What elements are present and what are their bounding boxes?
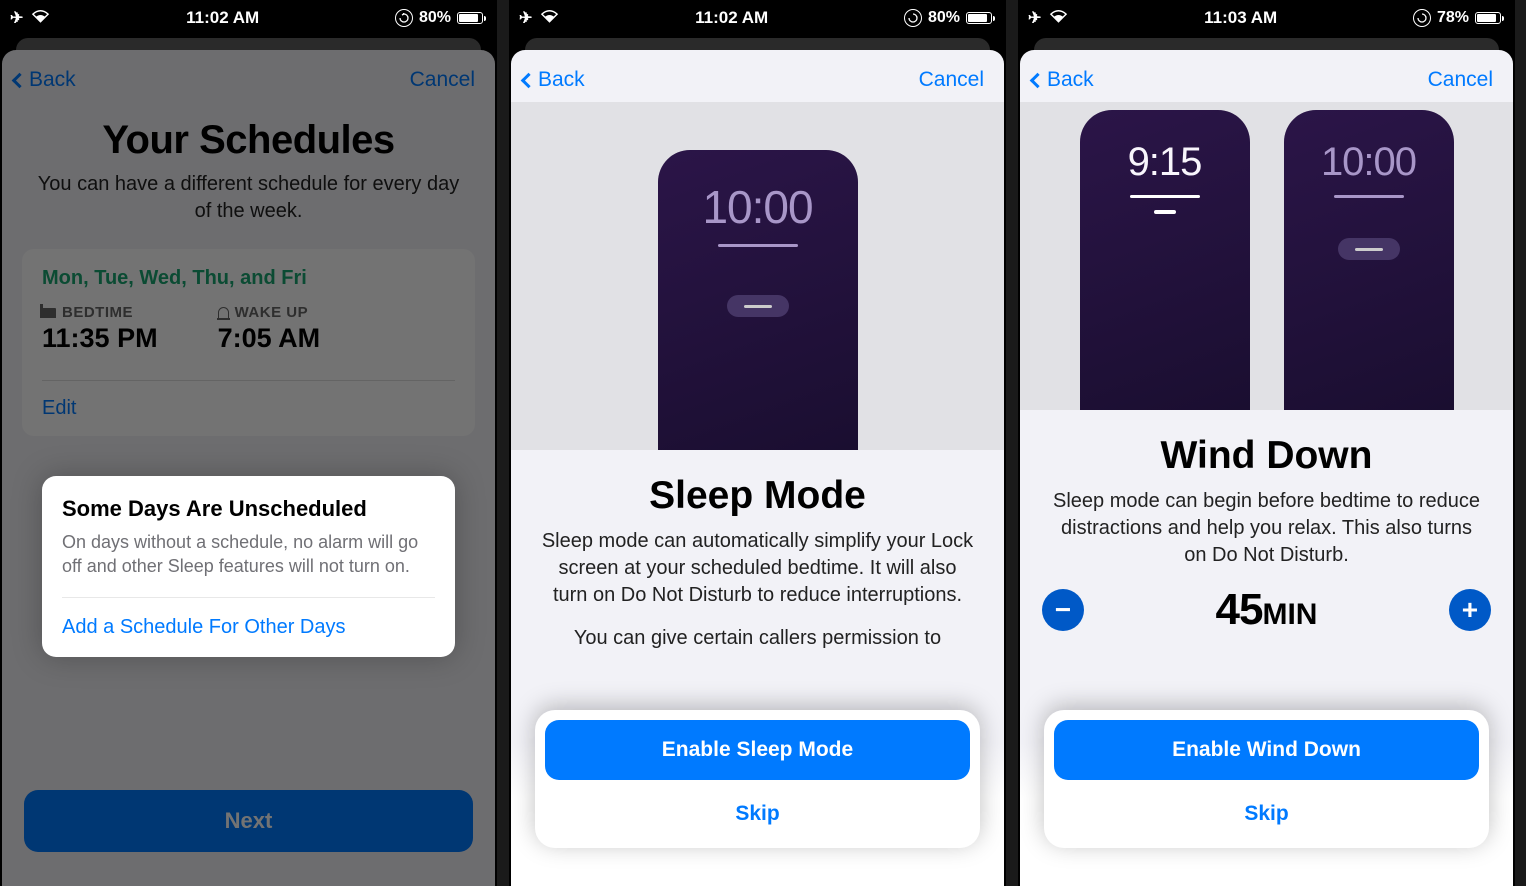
battery-icon xyxy=(966,12,992,24)
skip-button[interactable]: Skip xyxy=(1054,782,1479,842)
button-stack: Enable Wind Down Skip xyxy=(1044,710,1489,848)
unscheduled-alert: Some Days Are Unscheduled On days withou… xyxy=(42,476,455,657)
wifi-icon xyxy=(540,8,559,28)
illustration-pill xyxy=(1338,238,1400,260)
dim-overlay xyxy=(0,50,497,886)
page-description-2: You can give certain callers permission … xyxy=(539,625,976,652)
illustration-line xyxy=(718,244,798,247)
illustration-pill xyxy=(727,295,789,317)
status-time: 11:03 AM xyxy=(1204,8,1277,28)
cancel-button[interactable]: Cancel xyxy=(919,68,984,92)
modal-sheet: Back Cancel 9:15 10:00 Wind Down Sleep m… xyxy=(1020,50,1513,886)
back-label: Back xyxy=(1047,68,1094,92)
orientation-lock-icon xyxy=(904,9,922,27)
back-button[interactable]: Back xyxy=(1032,68,1094,92)
nav-bar: Back Cancel xyxy=(511,50,1004,102)
orientation-lock-icon xyxy=(1413,9,1431,27)
increase-button[interactable]: + xyxy=(1449,589,1491,631)
phone-screen-1: ✈ 11:02 AM 80% Back Cancel Your Schedule… xyxy=(0,0,497,886)
battery-icon xyxy=(1475,12,1501,24)
enable-wind-down-button[interactable]: Enable Wind Down xyxy=(1054,720,1479,780)
page-title: Wind Down xyxy=(1040,434,1493,478)
battery-percent: 80% xyxy=(928,9,960,27)
status-bar: ✈ 11:03 AM 78% xyxy=(1018,0,1515,36)
illustration-line xyxy=(1334,195,1404,198)
add-schedule-link[interactable]: Add a Schedule For Other Days xyxy=(62,597,435,639)
battery-icon xyxy=(457,12,483,24)
status-bar: ✈ 11:02 AM 80% xyxy=(0,0,497,36)
illustration-phone: 10:00 xyxy=(658,150,858,450)
cancel-button[interactable]: Cancel xyxy=(1428,68,1493,92)
button-stack: Enable Sleep Mode Skip xyxy=(535,710,980,848)
chevron-left-icon xyxy=(1030,72,1046,88)
status-time: 11:02 AM xyxy=(695,8,768,28)
alert-title: Some Days Are Unscheduled xyxy=(62,496,435,522)
modal-sheet: Back Cancel 10:00 Sleep Mode Sleep mode … xyxy=(511,50,1004,886)
nav-bar: Back Cancel xyxy=(1020,50,1513,102)
page-title: Sleep Mode xyxy=(531,474,984,518)
airplane-mode-icon: ✈ xyxy=(519,8,532,28)
orientation-lock-icon xyxy=(395,9,413,27)
illustration-indicator xyxy=(1154,210,1176,214)
back-label: Back xyxy=(538,68,585,92)
phone-screen-3: ✈ 11:03 AM 78% Back Cancel 9:15 xyxy=(1018,0,1515,886)
wifi-icon xyxy=(31,8,50,28)
back-button[interactable]: Back xyxy=(523,68,585,92)
battery-percent: 80% xyxy=(419,9,451,27)
page-description-1: Sleep mode can automatically simplify yo… xyxy=(539,528,976,609)
page-description: Sleep mode can begin before bedtime to r… xyxy=(1048,488,1485,569)
airplane-mode-icon: ✈ xyxy=(1028,8,1041,28)
wifi-icon xyxy=(1049,8,1068,28)
illustration-phone-right: 10:00 xyxy=(1284,110,1454,410)
duration-stepper: − 45MIN + xyxy=(1042,585,1491,635)
illustration-clock: 10:00 xyxy=(702,180,812,234)
status-bar: ✈ 11:02 AM 80% xyxy=(509,0,1006,36)
decrease-button[interactable]: − xyxy=(1042,589,1084,631)
duration-unit: MIN xyxy=(1262,598,1317,631)
illustration-clock-right: 10:00 xyxy=(1321,140,1416,185)
status-time: 11:02 AM xyxy=(186,8,259,28)
duration-value: 45MIN xyxy=(1216,585,1318,635)
skip-button[interactable]: Skip xyxy=(545,782,970,842)
alert-text: On days without a schedule, no alarm wil… xyxy=(62,530,435,579)
chevron-left-icon xyxy=(521,72,537,88)
duration-number: 45 xyxy=(1216,585,1263,634)
enable-sleep-mode-button[interactable]: Enable Sleep Mode xyxy=(545,720,970,780)
illustration-clock-left: 9:15 xyxy=(1128,140,1202,185)
wind-down-illustration: 9:15 10:00 xyxy=(1020,102,1513,410)
illustration-phone-left: 9:15 xyxy=(1080,110,1250,410)
illustration-line xyxy=(1130,195,1200,198)
sleep-mode-illustration: 10:00 xyxy=(511,102,1004,450)
airplane-mode-icon: ✈ xyxy=(10,8,23,28)
battery-percent: 78% xyxy=(1437,9,1469,27)
phone-screen-2: ✈ 11:02 AM 80% Back Cancel 10:00 xyxy=(509,0,1006,886)
